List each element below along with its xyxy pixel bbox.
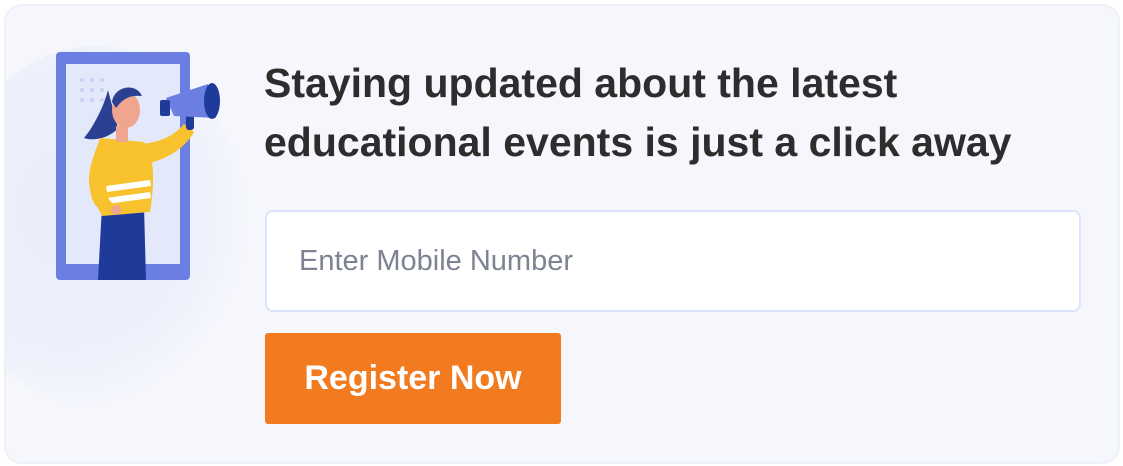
pants — [98, 206, 146, 280]
event-signup-card: Staying updated about the latest educati… — [4, 4, 1120, 464]
register-now-button[interactable]: Register Now — [265, 333, 561, 424]
headline-line-1: Staying updated about the latest — [264, 60, 898, 106]
woman-with-megaphone-illustration — [56, 52, 220, 280]
headline: Staying updated about the latest educati… — [264, 54, 1084, 172]
headline-line-2: educational events is just a click away — [264, 119, 1012, 165]
mobile-number-input[interactable] — [265, 210, 1081, 312]
